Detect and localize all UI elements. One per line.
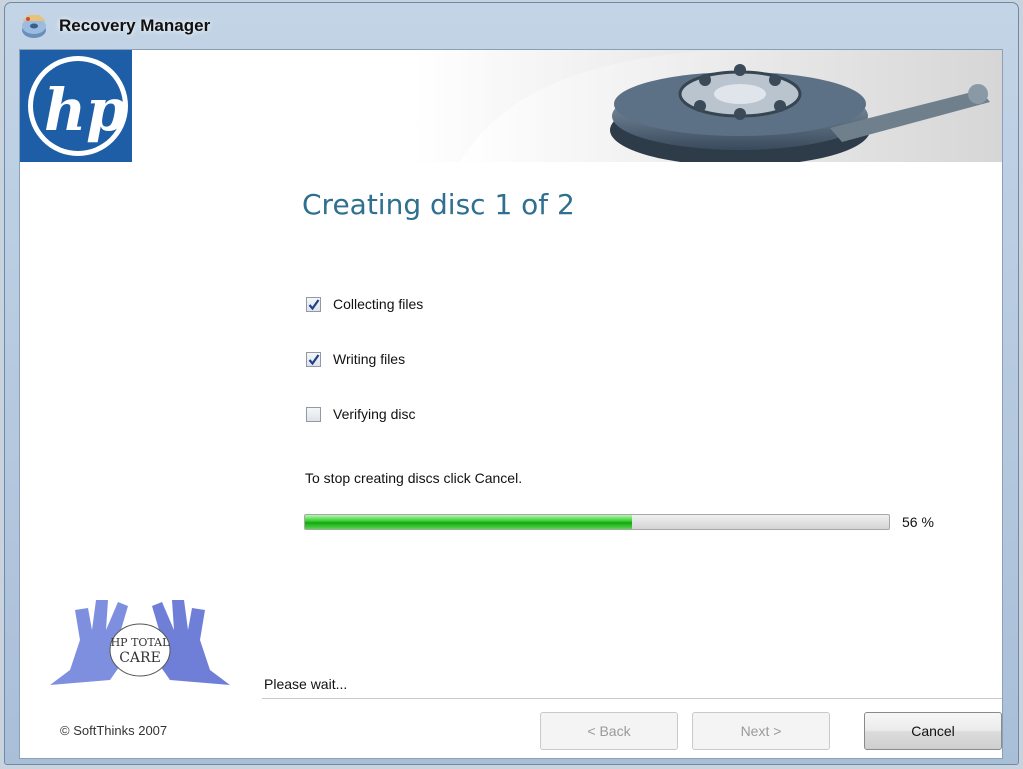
wizard-content: hp Creating disc 1 of 2 Collecting files…	[19, 49, 1003, 759]
step-label: Collecting files	[333, 296, 424, 312]
checkmark-icon	[308, 353, 320, 365]
hp-total-care-logo: HP TOTAL CARE	[50, 600, 230, 685]
svg-text:hp: hp	[44, 76, 127, 144]
step-verifying-disc: Verifying disc	[306, 406, 415, 422]
status-text: Please wait...	[264, 676, 348, 692]
hp-logo: hp	[20, 50, 132, 162]
next-button[interactable]: Next >	[692, 712, 830, 750]
recovery-manager-icon	[22, 15, 46, 38]
hard-drive-illustration	[460, 50, 1002, 162]
checked-checkbox	[306, 351, 321, 367]
step-collecting-files: Collecting files	[306, 296, 423, 312]
step-writing-files: Writing files	[306, 351, 405, 367]
svg-text:CARE: CARE	[119, 650, 161, 666]
progress-percent: 56 %	[902, 514, 934, 530]
cancel-button[interactable]: Cancel	[864, 712, 1002, 750]
header-banner: hp	[20, 50, 1002, 162]
page-heading: Creating disc 1 of 2	[302, 188, 575, 221]
footer-divider	[262, 698, 1002, 699]
back-button[interactable]: < Back	[540, 712, 678, 750]
unchecked-checkbox	[306, 406, 321, 422]
step-label: Verifying disc	[333, 406, 416, 422]
checkmark-icon	[308, 298, 320, 310]
cancel-hint: To stop creating discs click Cancel.	[305, 470, 523, 486]
progress-bar	[304, 514, 890, 530]
copyright-text: © SoftThinks 2007	[60, 723, 168, 738]
checked-checkbox	[306, 296, 321, 312]
title-bar[interactable]: Recovery Manager	[5, 3, 1018, 49]
progress-fill	[305, 515, 633, 529]
window-title: Recovery Manager	[59, 16, 211, 35]
recovery-manager-window: Recovery Manager hp Creating disc 1 of 2…	[4, 2, 1019, 765]
step-label: Writing files	[333, 351, 406, 367]
svg-text:HP TOTAL: HP TOTAL	[111, 636, 171, 649]
